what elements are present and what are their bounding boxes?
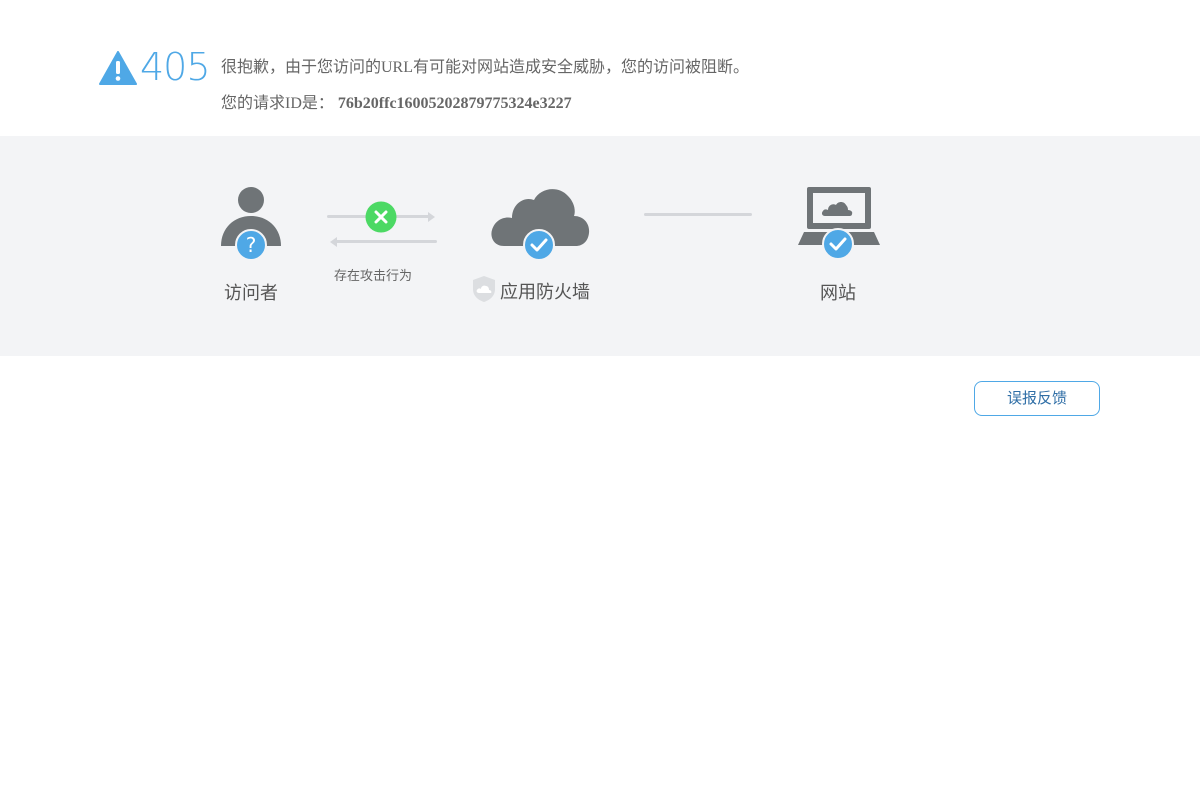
attack-label: 存在攻击行为 <box>334 269 413 284</box>
arrow-right-icon <box>428 212 435 222</box>
firewall-cloud-icon <box>491 189 590 261</box>
shield-icon <box>473 276 495 302</box>
error-message: 很抱歉，由于您访问的URL有可能对网站造成安全威胁，您的访问被阻断。 <box>221 59 750 76</box>
arrow-left-icon <box>330 237 337 247</box>
error-code: 405 <box>140 45 211 89</box>
response-arrow <box>333 240 437 243</box>
warning-icon <box>99 51 137 85</box>
svg-text:?: ? <box>246 233 257 257</box>
website-label: 网站 <box>820 283 856 304</box>
visitor-label: 访问者 <box>224 283 278 304</box>
visitor-icon: ? <box>221 187 281 261</box>
request-id-line: 您的请求ID是： 76b20ffc16005202879775324e3227 <box>221 93 572 115</box>
error-header: 405 很抱歉，由于您访问的URL有可能对网站造成安全威胁，您的访问被阻断。 您… <box>0 0 1200 136</box>
website-laptop-icon <box>798 187 880 260</box>
firewall-label: 应用防火墙 <box>500 282 590 303</box>
request-id-label: 您的请求ID是： <box>221 95 334 112</box>
firewall-to-website-line <box>644 213 752 216</box>
access-flow-diagram: ? 访问者 存在攻击行为 应用防火墙 网站 <box>0 136 1200 356</box>
false-positive-feedback-button[interactable]: 误报反馈 <box>974 381 1100 416</box>
blocked-x-icon <box>365 201 397 233</box>
request-id-value: 76b20ffc16005202879775324e3227 <box>337 95 572 112</box>
